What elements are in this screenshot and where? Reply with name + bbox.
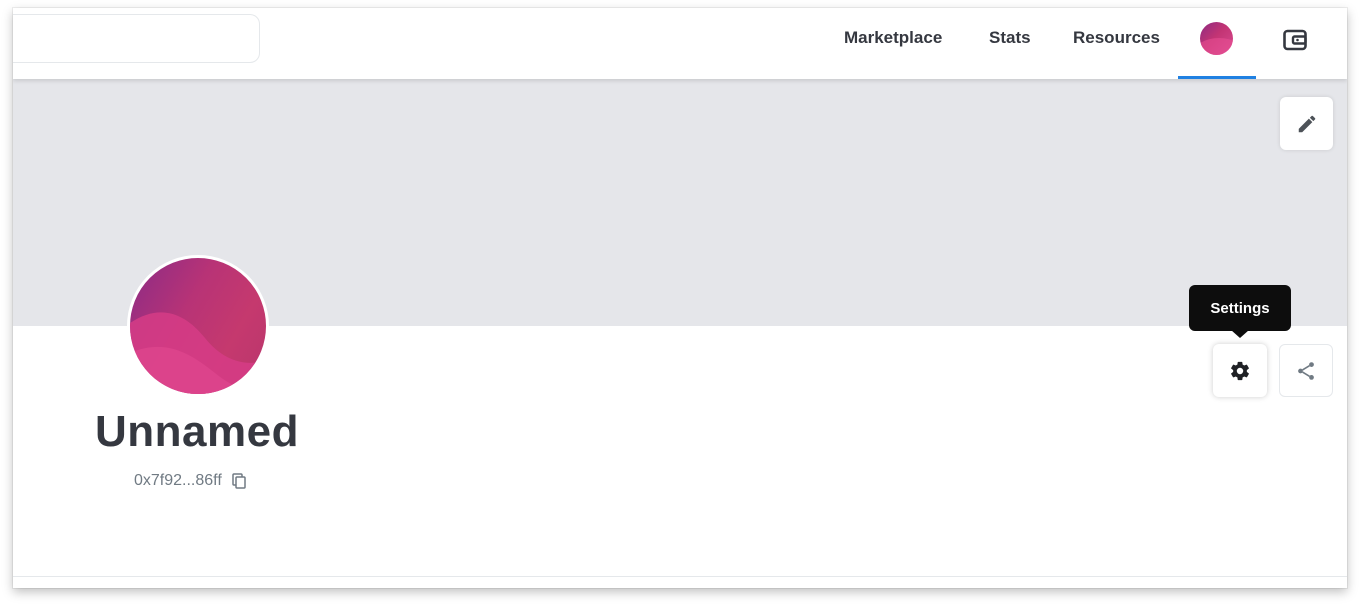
wallet-icon [1283,29,1307,51]
tooltip-arrow [1231,330,1249,338]
copy-icon[interactable] [232,473,246,489]
edit-banner-button[interactable] [1280,97,1333,150]
avatar [1200,22,1233,55]
wallet-address-copy[interactable]: 0x7f92...86ff [134,471,246,491]
top-nav-bar: Marketplace Stats Resources [13,8,1347,79]
profile-avatar [127,255,269,397]
settings-tooltip: Settings [1189,285,1291,331]
wallet-button[interactable] [1281,26,1309,54]
profile-name: Unnamed [95,407,299,456]
share-button[interactable] [1279,344,1333,397]
app-window: Marketplace Stats Resources Unnamed 0x7f… [13,8,1347,588]
gear-icon [1231,361,1249,380]
search-input[interactable] [13,14,260,63]
nav-link-stats[interactable]: Stats [989,28,1031,48]
pencil-icon [1298,115,1315,132]
share-icon [1298,361,1314,380]
nav-link-resources[interactable]: Resources [1073,28,1160,48]
nav-link-marketplace[interactable]: Marketplace [844,28,942,48]
settings-button[interactable] [1213,344,1267,397]
profile-menu-button[interactable] [1178,8,1256,79]
active-tab-indicator [1178,76,1256,79]
divider [13,576,1347,577]
wallet-address: 0x7f92...86ff [134,472,222,489]
